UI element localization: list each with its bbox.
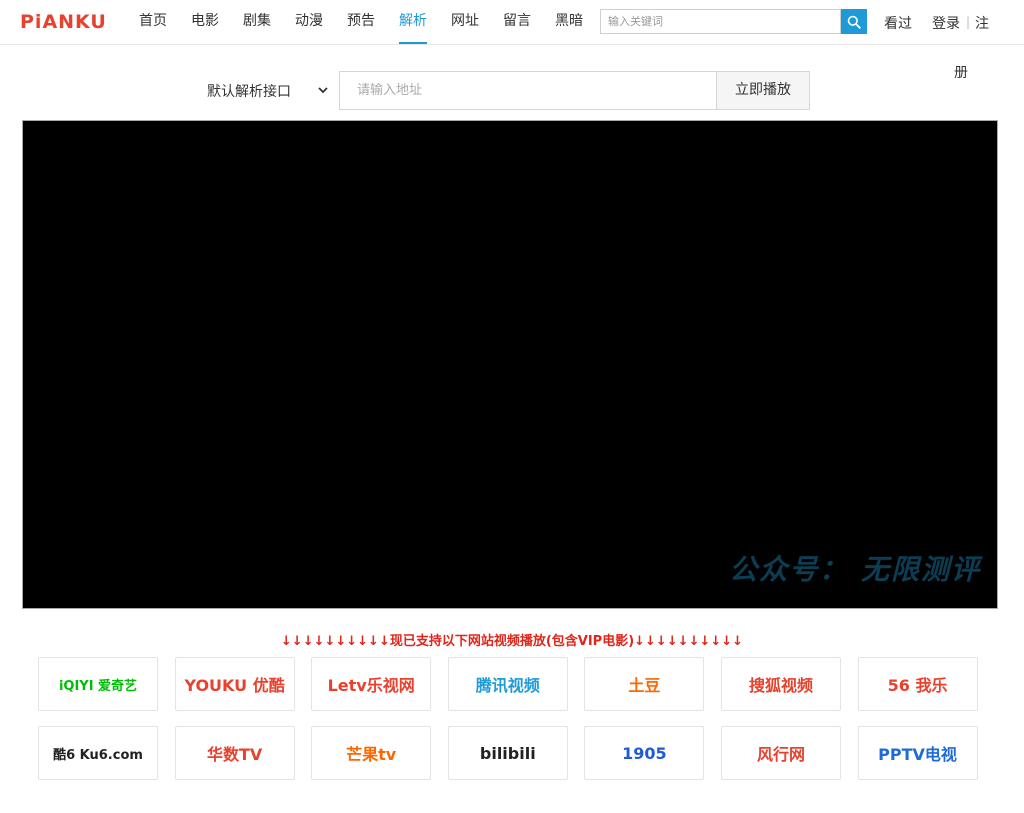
site-logo-1905: 1905: [622, 743, 667, 763]
nav-item-home[interactable]: 首页: [139, 0, 167, 44]
site-logo[interactable]: PiANKU: [20, 11, 107, 33]
site-tile-mgtv[interactable]: 芒果tv: [311, 726, 432, 780]
nav-item-links[interactable]: 网址: [451, 0, 479, 44]
site-logo-mgtv: 芒果tv: [346, 745, 397, 764]
chevron-down-icon[interactable]: [317, 84, 329, 96]
watermark-text: 公众号： 无限测评: [729, 553, 981, 586]
interface-select[interactable]: 默认解析接口: [207, 81, 291, 101]
site-logo-ku6: 酷6 Ku6.com: [53, 747, 143, 763]
register-link-wrap[interactable]: 册: [954, 62, 968, 82]
register-link[interactable]: 注: [975, 13, 989, 33]
site-logo-iqiyi: iQIYI 爱奇艺: [58, 678, 138, 694]
top-header: PiANKU 首页 电影 剧集 动漫 预告 解析 网址 留言 黑暗 输入关键词 …: [0, 0, 1024, 45]
main-nav: 首页 电影 剧集 动漫 预告 解析 网址 留言 黑暗: [139, 0, 607, 44]
site-tile-sohu[interactable]: 搜狐视频: [720, 657, 841, 711]
nav-item-dark[interactable]: 黑暗: [555, 0, 583, 44]
login-link[interactable]: 登录: [932, 13, 960, 33]
video-player[interactable]: 公众号： 无限测评: [22, 120, 998, 609]
supported-sites-grid: iQIYI 爱奇艺 YOUKU 优酷 Letv乐视网 腾讯视频 土豆 搜狐视频 56 我乐酷…: [38, 657, 978, 780]
search-icon: [847, 15, 861, 29]
site-logo-sohu: 搜狐视频: [748, 676, 813, 695]
site-tile-youku[interactable]: YOUKU 优酷: [174, 657, 295, 711]
site-tile-letv[interactable]: Letv乐视网: [311, 657, 432, 711]
site-logo-letv: Letv乐视网: [327, 676, 415, 695]
site-tile-pptv[interactable]: PPTV电视: [857, 726, 978, 780]
site-logo-bilibili: bilibili: [479, 743, 536, 763]
site-tile-1905[interactable]: 1905: [584, 726, 705, 780]
play-now-button[interactable]: 立即播放: [716, 71, 810, 110]
site-tile-bilibili[interactable]: bilibili: [447, 726, 568, 780]
search-input[interactable]: 输入关键词: [600, 9, 841, 34]
header-separator: |: [966, 15, 971, 29]
site-logo-pptv: PPTV电视: [878, 745, 957, 764]
site-logo-56: 56 我乐: [887, 676, 948, 695]
nav-item-trailers[interactable]: 预告: [347, 0, 375, 44]
site-tile-iqiyi[interactable]: iQIYI 爱奇艺: [38, 657, 158, 711]
site-logo-tencent: 腾讯视频: [475, 676, 540, 695]
site-logo-fengxing: 风行网: [756, 745, 805, 764]
site-tile-fengxing[interactable]: 风行网: [720, 726, 841, 780]
site-tile-56[interactable]: 56 我乐: [857, 657, 978, 711]
nav-item-anime[interactable]: 动漫: [295, 0, 323, 44]
supported-sites-notice: ↓↓↓↓↓↓↓↓↓↓现已支持以下网站视频播放(包含VIP电影)↓↓↓↓↓↓↓↓↓…: [280, 634, 744, 649]
nav-item-parse[interactable]: 解析: [399, 0, 427, 44]
site-tile-ku6[interactable]: 酷6 Ku6.com: [38, 726, 158, 780]
search-button[interactable]: [841, 9, 867, 34]
nav-item-guestbook[interactable]: 留言: [503, 0, 531, 44]
site-tile-huashu[interactable]: 华数TV: [174, 726, 295, 780]
site-tile-tencent[interactable]: 腾讯视频: [447, 657, 568, 711]
nav-item-movies[interactable]: 电影: [191, 0, 219, 44]
url-input[interactable]: 请输入地址: [339, 71, 717, 110]
site-logo-tudou: 土豆: [628, 676, 661, 695]
watched-link[interactable]: 看过: [884, 13, 912, 33]
nav-item-series[interactable]: 剧集: [243, 0, 271, 44]
site-tile-tudou[interactable]: 土豆: [584, 657, 705, 711]
site-logo-youku: YOUKU 优酷: [184, 676, 285, 695]
site-logo-huashu: 华数TV: [206, 745, 263, 764]
